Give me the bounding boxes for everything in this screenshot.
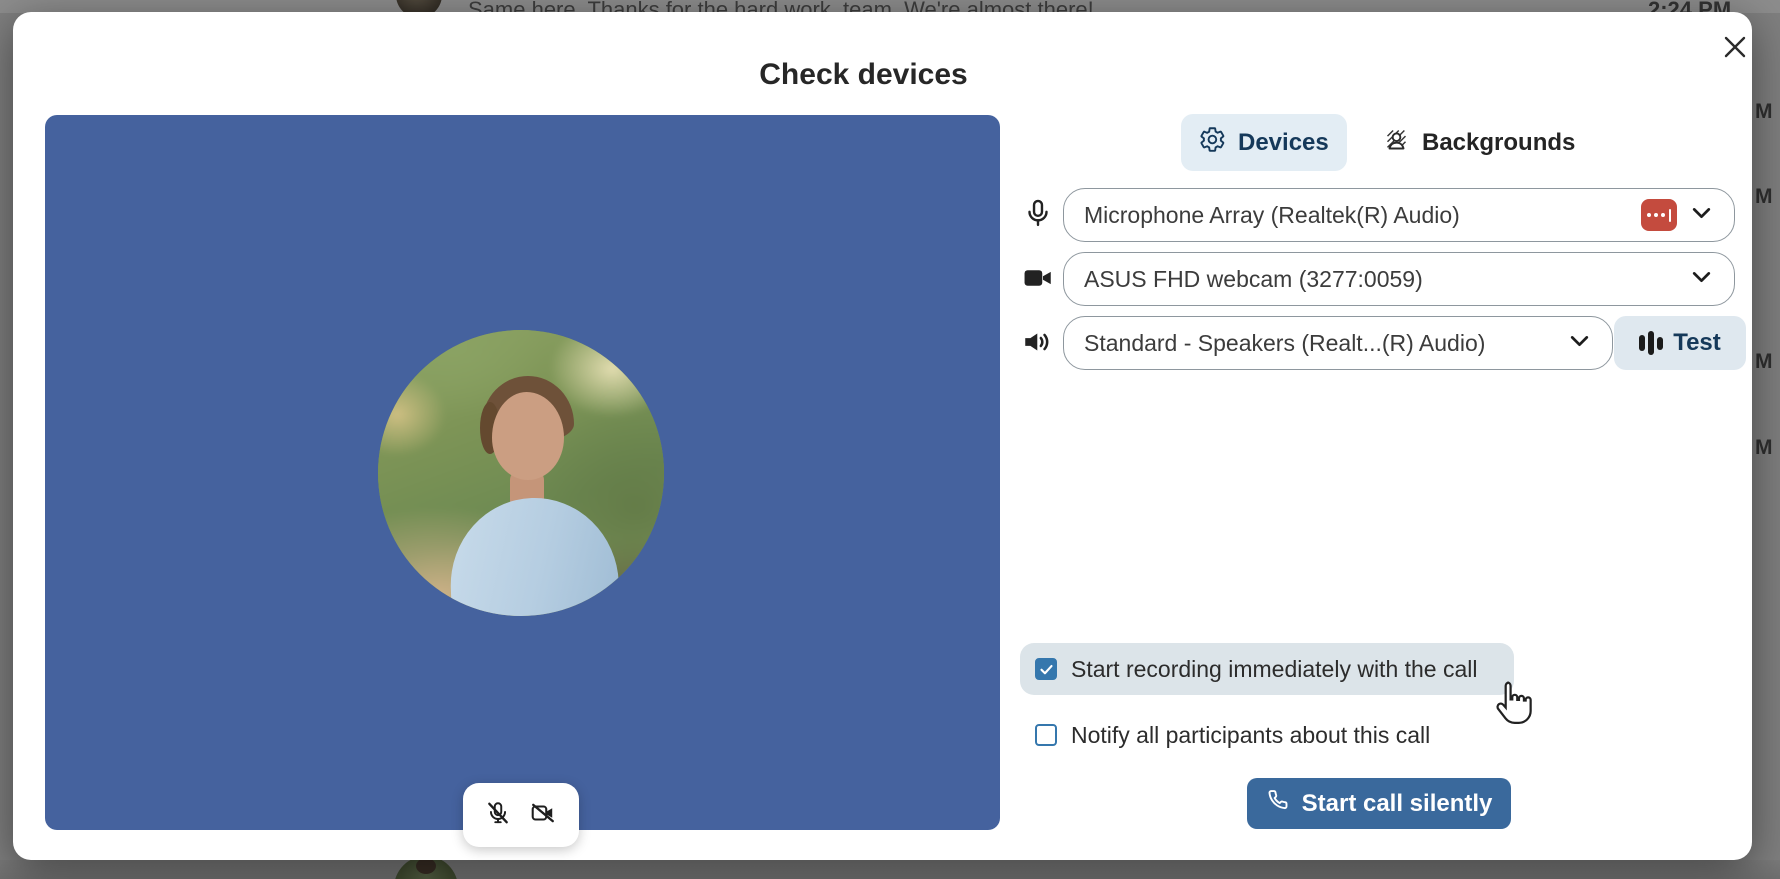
dimmed-bottom-strip	[0, 860, 1780, 879]
start-call-silently-button[interactable]: Start call silently	[1247, 778, 1511, 829]
start-call-label: Start call silently	[1302, 790, 1493, 818]
screen: Same here. Thanks for the hard work, tea…	[0, 0, 1780, 879]
tab-label: Devices	[1238, 129, 1329, 157]
option-notify-participants[interactable]: Notify all participants about this call	[1020, 712, 1514, 758]
chevron-down-icon	[1689, 200, 1714, 230]
microphone-select[interactable]: Microphone Array (Realtek(R) Audio)	[1063, 188, 1735, 242]
speaker-select-value: Standard - Speakers (Realt...(R) Audio)	[1084, 330, 1555, 357]
video-preview-panel	[45, 115, 1000, 830]
video-camera-icon	[1021, 261, 1057, 297]
clipped-timestamp-fragment: M	[1755, 350, 1780, 374]
option-label: Start recording immediately with the cal…	[1071, 656, 1478, 683]
chevron-down-icon	[1567, 328, 1592, 358]
dialog-title: Check devices	[13, 58, 1752, 92]
gear-icon	[1199, 126, 1226, 160]
close-icon	[1721, 33, 1749, 64]
mute-status-pill	[463, 783, 579, 847]
tab-backgrounds[interactable]: Backgrounds	[1365, 114, 1593, 171]
option-start-recording[interactable]: Start recording immediately with the cal…	[1020, 643, 1514, 695]
speaker-icon	[1021, 325, 1057, 361]
cursor-pointer	[1490, 678, 1536, 735]
close-button[interactable]	[1713, 26, 1757, 70]
camera-select-value: ASUS FHD webcam (3277:0059)	[1084, 266, 1677, 293]
clipped-timestamp-fragment: M	[1755, 185, 1780, 209]
password-autofill-badge-icon[interactable]	[1641, 199, 1677, 231]
audio-bars-icon	[1639, 331, 1663, 355]
camera-select[interactable]: ASUS FHD webcam (3277:0059)	[1063, 252, 1735, 306]
option-label: Notify all participants about this call	[1071, 722, 1430, 749]
notify-participants-checkbox[interactable]	[1035, 724, 1057, 746]
test-speaker-button[interactable]: Test	[1614, 316, 1746, 370]
start-recording-checkbox[interactable]	[1035, 658, 1057, 680]
tab-devices[interactable]: Devices	[1181, 114, 1347, 171]
phone-icon	[1266, 788, 1290, 819]
background-person-icon	[1383, 126, 1410, 160]
test-button-label: Test	[1673, 329, 1721, 357]
microphone-off-icon	[485, 800, 511, 831]
speaker-select[interactable]: Standard - Speakers (Realt...(R) Audio)	[1063, 316, 1613, 370]
clipped-timestamp-fragment: M	[1755, 436, 1780, 460]
microphone-icon	[1021, 197, 1057, 233]
camera-off-icon	[529, 800, 557, 831]
clipped-timestamp-fragment: M	[1755, 100, 1780, 124]
tab-label: Backgrounds	[1422, 129, 1575, 157]
chevron-down-icon	[1689, 264, 1714, 294]
avatar-person	[378, 330, 664, 616]
user-avatar	[378, 330, 664, 616]
microphone-select-value: Microphone Array (Realtek(R) Audio)	[1084, 202, 1633, 229]
